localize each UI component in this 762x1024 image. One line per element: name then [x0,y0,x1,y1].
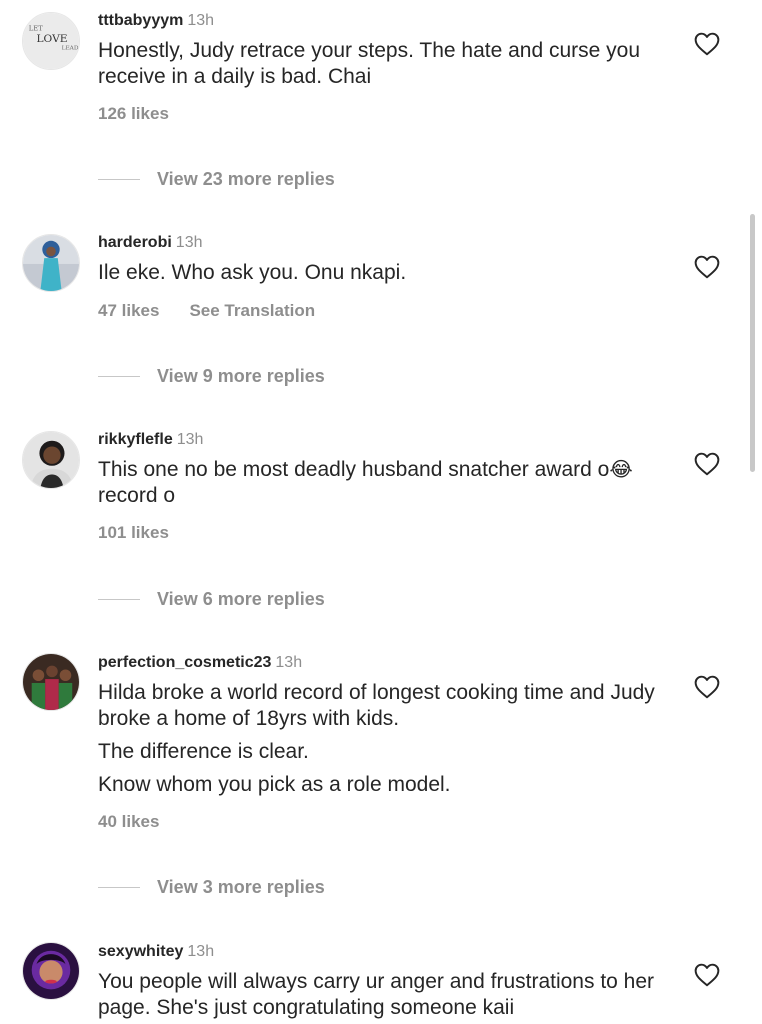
avatar-image [23,654,79,710]
timestamp: 13h [275,654,303,671]
view-replies-label: View 3 more replies [157,876,325,897]
replies-divider [98,178,140,180]
heart-outline-icon [694,675,720,699]
timestamp: 13h [176,431,204,448]
heart-outline-icon [694,255,720,279]
replies-divider [98,598,140,600]
avatar-image [23,235,79,291]
comment-actions: 40 likes [98,812,159,832]
comment-line: This one no be most deadly husband snatc… [98,457,668,509]
view-replies-label: View 6 more replies [157,588,325,609]
heart-outline-icon [694,32,720,56]
username[interactable]: rikkyflefle [98,431,173,448]
comment-text: This one no be most deadly husband snatc… [98,457,668,509]
comment-actions: 126 likes [98,104,169,124]
like-button[interactable] [694,675,720,699]
comment-line: Ile eke. Who ask you. Onu nkapi. [98,261,407,284]
view-replies-label: View 9 more replies [157,365,325,386]
comment-meta: harderobi 13h [98,233,203,253]
view-replies-button[interactable]: View 3 more replies [98,875,325,899]
replies-divider [98,375,140,377]
view-replies-button[interactable]: View 6 more replies [98,587,325,611]
comment-text: Ile eke. Who ask you. Onu nkapi. [98,260,668,286]
comment-line: Know whom you pick as a role model. [98,773,451,796]
comment-text: Hilda broke a world record of longest co… [98,680,668,798]
comment-meta: rikkyflefle 13h [98,430,203,450]
see-translation-link[interactable]: See Translation [189,301,315,320]
avatar[interactable]: LET LOVE LEAD [22,12,80,70]
laughing-emoji-icon: 😂 [609,459,633,481]
heart-outline-icon [694,963,720,987]
comment-meta: tttbabyyym 13h [98,11,214,31]
likes-count[interactable]: 47 likes [98,301,159,320]
avatar[interactable] [22,942,80,1000]
avatar-image [23,943,79,999]
comment-text: Honestly, Judy retrace your steps. The h… [98,38,668,90]
comment-line: You people will always carry ur anger an… [98,970,655,1019]
comment-line: Honestly, Judy retrace your steps. The h… [98,39,641,88]
replies-divider [98,886,140,888]
comment-meta: perfection_cosmetic23 13h [98,653,302,673]
username[interactable]: tttbabyyym [98,12,183,29]
comment-line-text: record o [98,484,176,507]
heart-outline-icon [694,452,720,476]
username[interactable]: perfection_cosmetic23 [98,654,271,671]
avatar[interactable] [22,234,80,292]
like-button[interactable] [694,963,720,987]
comment-line: Hilda broke a world record of longest co… [98,681,655,730]
comment-meta: sexywhitey 13h [98,942,214,962]
like-button[interactable] [694,255,720,279]
like-button[interactable] [694,452,720,476]
comment-actions: 47 likes See Translation [98,301,315,321]
view-replies-button[interactable]: View 9 more replies [98,364,325,388]
timestamp: 13h [175,234,203,251]
view-replies-label: View 23 more replies [157,168,335,189]
avatar[interactable] [22,653,80,711]
avatar-text-lead: LEAD [62,46,79,52]
likes-count[interactable]: 126 likes [98,104,169,123]
avatar-image [23,432,79,488]
scrollbar[interactable] [750,214,755,472]
avatar[interactable] [22,431,80,489]
avatar-image: LET LOVE LEAD [23,13,79,69]
username[interactable]: sexywhitey [98,943,183,960]
avatar-text-love: LOVE [37,32,68,45]
like-button[interactable] [694,32,720,56]
username[interactable]: harderobi [98,234,172,251]
likes-count[interactable]: 40 likes [98,812,159,831]
comment-text: You people will always carry ur anger an… [98,969,668,1021]
timestamp: 13h [187,12,215,29]
comment-line: The difference is clear. [98,740,309,763]
likes-count[interactable]: 101 likes [98,523,169,542]
comment-actions: 101 likes [98,523,169,543]
view-replies-button[interactable]: View 23 more replies [98,167,335,191]
timestamp: 13h [187,943,215,960]
comment-line-text: This one no be most deadly husband snatc… [98,458,610,481]
